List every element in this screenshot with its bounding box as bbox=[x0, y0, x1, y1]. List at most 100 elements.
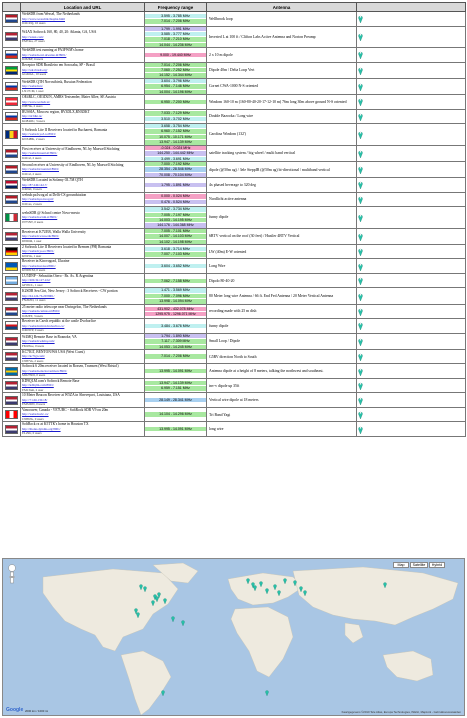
flag-cell bbox=[2, 318, 21, 334]
frequency-band-link[interactable]: 3.484 - 3.676 MHz bbox=[145, 323, 206, 329]
frequency-band-link[interactable]: 13.995 - 14.091 MHz bbox=[145, 426, 206, 432]
map-type-hybrid-button[interactable]: Hybrid bbox=[429, 562, 445, 568]
map-marker-icon[interactable] bbox=[358, 321, 363, 331]
frequency-cell: 13.995 - 14.091 MHz bbox=[144, 421, 207, 437]
map-receiver-marker[interactable] bbox=[151, 599, 155, 607]
table-row: KD9QLM.com's Softrock Remote Base http://… bbox=[2, 377, 466, 394]
map-receiver-marker[interactable] bbox=[134, 607, 138, 615]
frequency-band-link[interactable]: 13.947 - 14.139 MHz bbox=[145, 140, 206, 145]
map-marker-icon[interactable] bbox=[358, 262, 363, 272]
frequency-band-link[interactable]: 7.014 - 7.206 MHz bbox=[145, 354, 206, 359]
frequency-band-link[interactable]: 14.044 - 14.236 MHz bbox=[145, 42, 206, 47]
map-marker-icon[interactable] bbox=[358, 50, 363, 60]
map-marker-icon[interactable] bbox=[358, 367, 363, 377]
frequency-band-link[interactable]: 144.176 - 144.368 MHz bbox=[145, 223, 206, 228]
frequency-band-link[interactable]: 14.004 - 14.196 MHz bbox=[145, 89, 206, 94]
frequency-band-link[interactable]: 14.102 - 14.198 MHz bbox=[145, 239, 206, 244]
location-cell: Vancouver, Canada - VE7UBC - SoftRock SD… bbox=[20, 406, 145, 423]
frequency-band-link[interactable]: 6.959 - 7.151 MHz bbox=[145, 386, 206, 391]
map-marker-icon[interactable] bbox=[358, 410, 363, 420]
map-marker-icon[interactable] bbox=[358, 381, 363, 391]
frequency-band-link[interactable]: 28.149 - 28.341 MHz bbox=[145, 397, 206, 403]
map-receiver-marker[interactable] bbox=[163, 597, 167, 605]
map-marker-icon[interactable] bbox=[358, 66, 363, 76]
frequency-band-link[interactable]: 1295.975 - 1296.071 MHz bbox=[145, 311, 206, 317]
map-receiver-marker[interactable] bbox=[383, 581, 387, 589]
map-receiver-marker[interactable] bbox=[259, 580, 263, 588]
map-type-satellite-button[interactable]: Satellite bbox=[410, 562, 428, 568]
frequency-band-link[interactable]: 1.795 - 1.891 MHz bbox=[145, 182, 206, 188]
map-receiver-marker[interactable] bbox=[161, 689, 165, 697]
map-receiver-marker[interactable] bbox=[143, 585, 147, 593]
map-pin-cell bbox=[356, 160, 466, 179]
frequency-band-link[interactable]: 3.604 - 3.652 MHz bbox=[145, 264, 206, 269]
map-marker-icon[interactable] bbox=[358, 97, 363, 107]
location-cell: W4AX Softrock 160, 80, 40, 20: Atlanta, … bbox=[20, 25, 145, 49]
flag-cell bbox=[2, 191, 21, 208]
map-marker-icon[interactable] bbox=[358, 307, 363, 317]
frequency-band-link[interactable]: 3.510 - 3.702 MHz bbox=[145, 116, 206, 122]
map-zoom-control[interactable] bbox=[6, 564, 18, 584]
flag-cell bbox=[2, 11, 21, 27]
map-receiver-marker[interactable] bbox=[299, 585, 303, 593]
map-marker-icon[interactable] bbox=[358, 247, 363, 257]
map-marker-icon[interactable] bbox=[358, 82, 363, 92]
location-cell: OE4RLC, OE3DUN, AMRS Testsender, Maier A… bbox=[20, 94, 145, 110]
map-receiver-marker[interactable] bbox=[303, 589, 307, 597]
map-marker-icon[interactable] bbox=[358, 232, 363, 242]
country-flag-icon bbox=[5, 111, 18, 121]
map-receiver-marker[interactable] bbox=[253, 584, 257, 592]
map-receiver-marker[interactable] bbox=[293, 579, 297, 587]
map-marker-icon[interactable] bbox=[358, 213, 363, 223]
frequency-band-link[interactable]: 14.053 - 14.245 MHz bbox=[145, 344, 206, 349]
frequency-band-link[interactable]: 7.062 - 7.158 MHz bbox=[145, 278, 206, 283]
frequency-band-link[interactable]: 14.152 - 14.344 MHz bbox=[145, 73, 206, 78]
map-receiver-marker[interactable] bbox=[265, 587, 269, 595]
table-row: WebSDR from Wessel, The Netherlands http:… bbox=[2, 11, 466, 27]
frequency-band-link[interactable]: 70.008 - 70.104 MHz bbox=[145, 172, 206, 177]
map-marker-icon[interactable] bbox=[358, 276, 363, 286]
map-marker-icon[interactable] bbox=[358, 32, 363, 42]
map-marker-icon[interactable] bbox=[358, 149, 363, 159]
table-row: KC7IGT, BENTON/WA USA (West Coast) http:/… bbox=[2, 348, 466, 365]
country-flag-icon bbox=[5, 395, 18, 405]
map-marker-icon[interactable] bbox=[358, 352, 363, 362]
map-marker-icon[interactable] bbox=[358, 425, 363, 435]
map-receiver-marker[interactable] bbox=[157, 591, 161, 599]
map-receiver-marker[interactable] bbox=[246, 577, 250, 585]
flag-cell bbox=[2, 123, 21, 146]
map-marker-icon[interactable] bbox=[358, 396, 363, 406]
map-type-map-button[interactable]: Map bbox=[393, 562, 409, 568]
flag-cell bbox=[2, 108, 21, 125]
country-flag-icon bbox=[5, 194, 18, 204]
map-marker-icon[interactable] bbox=[358, 14, 363, 24]
map-receiver-marker[interactable] bbox=[139, 583, 143, 591]
map-marker-icon[interactable] bbox=[358, 195, 363, 205]
frequency-band-link[interactable]: 7.007 - 7.103 MHz bbox=[145, 252, 206, 257]
frequency-band-link[interactable]: 13.995 - 14.091 MHz bbox=[145, 368, 206, 374]
antenna-cell: Long Wire bbox=[206, 258, 357, 274]
map-pin-cell bbox=[356, 332, 466, 350]
map-receiver-marker[interactable] bbox=[171, 615, 175, 623]
receiver-map[interactable]: Map Satellite Hybrid Google 2000 km / 10… bbox=[2, 558, 465, 716]
table-row: First receiver at University of Eindhove… bbox=[2, 144, 466, 162]
frequency-band-link[interactable]: 0.476 - 0.524 MHz bbox=[145, 199, 206, 205]
map-marker-icon[interactable] bbox=[358, 165, 363, 175]
map-receiver-marker[interactable] bbox=[181, 619, 185, 627]
table-row: 10 Meter Beacon Receiver at W5ZA in Shre… bbox=[2, 392, 466, 408]
frequency-band-link[interactable]: 14.104 - 14.296 MHz bbox=[145, 412, 206, 417]
map-marker-icon[interactable] bbox=[358, 180, 363, 190]
frequency-band-link[interactable]: 9.000 - 19.440 MHz bbox=[145, 52, 206, 58]
map-receiver-marker[interactable] bbox=[277, 589, 281, 597]
frequency-band-link[interactable]: 6.950 - 7.200 MHz bbox=[145, 99, 206, 105]
map-marker-icon[interactable] bbox=[358, 112, 363, 122]
frequency-band-link[interactable]: 13.998 - 14.094 MHz bbox=[145, 299, 206, 304]
frequency-band-link[interactable]: 3.499 - 3.691 MHz bbox=[145, 156, 206, 161]
antenna-cell: Dipole 40m / Delta Loop Vert bbox=[206, 61, 357, 79]
map-marker-icon[interactable] bbox=[358, 337, 363, 347]
map-marker-icon[interactable] bbox=[358, 292, 363, 301]
map-receiver-marker[interactable] bbox=[283, 577, 287, 585]
frequency-band-link[interactable]: 7.014 - 7.206 MHz bbox=[145, 19, 206, 24]
map-marker-icon[interactable] bbox=[358, 130, 363, 140]
map-receiver-marker[interactable] bbox=[265, 689, 269, 697]
